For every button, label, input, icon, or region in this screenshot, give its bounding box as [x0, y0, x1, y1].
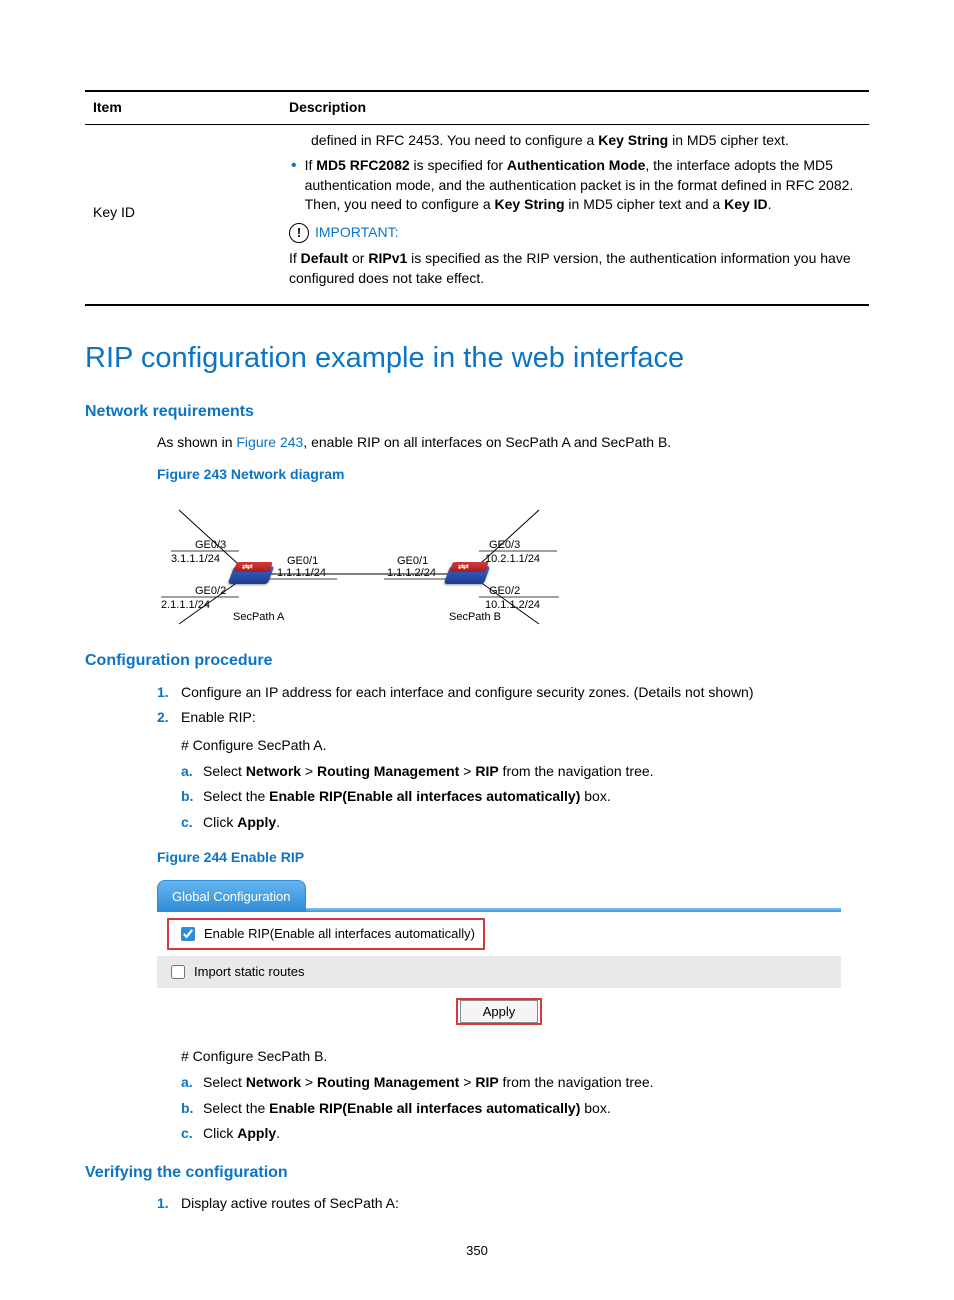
bullet-b2: Authentication Mode — [507, 157, 645, 173]
step-2-text: Enable RIP: — [181, 709, 256, 725]
sub-a-b3: RIP — [475, 763, 498, 779]
bullet-b1: MD5 RFC2082 — [316, 157, 409, 173]
sub-a-gt1: > — [301, 763, 317, 779]
figure-243-link[interactable]: Figure 243 — [236, 434, 303, 450]
sub-a2-gt1: > — [301, 1074, 317, 1090]
netreq-post: , enable RIP on all interfaces on SecPat… — [303, 434, 671, 450]
sub-b2-marker: b. — [181, 1099, 203, 1119]
label-ip02-a: 2.1.1.1/24 — [161, 598, 210, 613]
bullet-mid3: in MD5 cipher text and a — [565, 196, 725, 212]
import-static-routes-label: Import static routes — [194, 963, 305, 981]
sub-a-marker: a. — [181, 762, 203, 782]
figure-244-caption: Figure 244 Enable RIP — [157, 848, 869, 868]
step-1-marker: 1. — [157, 683, 181, 703]
sub-a2-b2: Routing Management — [317, 1074, 459, 1090]
bullet-b3: Key String — [495, 196, 565, 212]
sub-c2-pre: Click — [203, 1125, 237, 1141]
important-label: IMPORTANT: — [315, 223, 399, 243]
step-2-marker: 2. — [157, 708, 181, 838]
sub-a-b2: Routing Management — [317, 763, 459, 779]
apply-button[interactable]: Apply — [460, 1000, 539, 1023]
subsection-verifying: Verifying the configuration — [85, 1162, 869, 1184]
label-name-b: SecPath B — [449, 610, 501, 625]
bullet-post: . — [768, 196, 772, 212]
sub-c2-post: . — [276, 1125, 280, 1141]
bullet-pre: If — [305, 157, 317, 173]
netreq-pre: As shown in — [157, 434, 236, 450]
sub-b2-pre: Select the — [203, 1100, 269, 1116]
configure-secpath-a: # Configure SecPath A. — [181, 736, 869, 756]
sub-a-gt2: > — [459, 763, 475, 779]
label-ip01-b: 1.1.1.2/24 — [387, 566, 436, 581]
sub-c-b1: Apply — [237, 814, 276, 830]
sub-b-post: box. — [580, 788, 610, 804]
note-mid1: or — [348, 250, 368, 266]
sub-c-marker: c. — [181, 813, 203, 833]
table-header-item: Item — [85, 91, 281, 124]
sub-a-pre: Select — [203, 763, 246, 779]
router-b-icon: ⇄⇄ — [447, 562, 487, 584]
sub-c-post: . — [276, 814, 280, 830]
subsection-config-procedure: Configuration procedure — [85, 650, 869, 672]
sub-b2-b1: Enable RIP(Enable all interfaces automat… — [269, 1100, 580, 1116]
enable-rip-label: Enable RIP(Enable all interfaces automat… — [204, 925, 475, 943]
sub-a2-post: from the navigation tree. — [499, 1074, 654, 1090]
sub-a-b1: Network — [246, 763, 301, 779]
sub-a2-marker: a. — [181, 1073, 203, 1093]
network-diagram: ⇄⇄ ⇄⇄ GE0/3 3.1.1.1/24 GE0/2 2.1.1.1/24 … — [159, 492, 569, 632]
sub-a2-b3: RIP — [475, 1074, 498, 1090]
note-pre: If — [289, 250, 301, 266]
bullet-mid1: is specified for — [410, 157, 507, 173]
sub-c2-marker: c. — [181, 1124, 203, 1144]
table-header-description: Description — [281, 91, 869, 124]
sub-c-pre: Click — [203, 814, 237, 830]
label-ip03-b: 10.2.1.1/24 — [485, 552, 540, 567]
sub-b-b1: Enable RIP(Enable all interfaces automat… — [269, 788, 580, 804]
bullet-icon: • — [291, 158, 297, 174]
sub-c2-b1: Apply — [237, 1125, 276, 1141]
router-a-icon: ⇄⇄ — [231, 562, 271, 584]
description-table: Item Description Key ID defined in RFC 2… — [85, 90, 869, 306]
sub-b2-post: box. — [580, 1100, 610, 1116]
step-1-text: Configure an IP address for each interfa… — [181, 683, 869, 703]
tab-global-configuration[interactable]: Global Configuration — [157, 880, 306, 912]
sub-a2-gt2: > — [459, 1074, 475, 1090]
sub-b-pre: Select the — [203, 788, 269, 804]
label-ip01-a: 1.1.1.1/24 — [277, 566, 326, 581]
import-static-routes-checkbox[interactable] — [171, 965, 185, 979]
enable-rip-screenshot: Global Configuration Enable RIP(Enable a… — [157, 876, 841, 1030]
note-b2: RIPv1 — [368, 250, 407, 266]
desc-para1-bold: Key String — [598, 132, 668, 148]
sub-a-post: from the navigation tree. — [499, 763, 654, 779]
figure-243-caption: Figure 243 Network diagram — [157, 465, 869, 485]
table-desc-cell: defined in RFC 2453. You need to configu… — [281, 124, 869, 305]
table-item-cell: Key ID — [85, 124, 281, 305]
configure-secpath-b: # Configure SecPath B. — [181, 1047, 869, 1067]
subsection-network-requirements: Network requirements — [85, 401, 869, 423]
label-name-a: SecPath A — [233, 610, 284, 625]
important-icon: ! — [289, 223, 309, 243]
bullet-b4: Key ID — [724, 196, 768, 212]
desc-para1-post: in MD5 cipher text. — [668, 132, 789, 148]
sub-a2-b1: Network — [246, 1074, 301, 1090]
section-heading: RIP configuration example in the web int… — [85, 338, 869, 379]
verify-step-1-text: Display active routes of SecPath A: — [181, 1194, 869, 1214]
page-number: 350 — [85, 1242, 869, 1260]
label-ip03-a: 3.1.1.1/24 — [171, 552, 220, 567]
verify-step-1-marker: 1. — [157, 1194, 181, 1214]
note-b1: Default — [301, 250, 348, 266]
enable-rip-checkbox[interactable] — [181, 927, 195, 941]
sub-a2-pre: Select — [203, 1074, 246, 1090]
sub-b-marker: b. — [181, 787, 203, 807]
desc-para1-pre: defined in RFC 2453. You need to configu… — [311, 132, 598, 148]
